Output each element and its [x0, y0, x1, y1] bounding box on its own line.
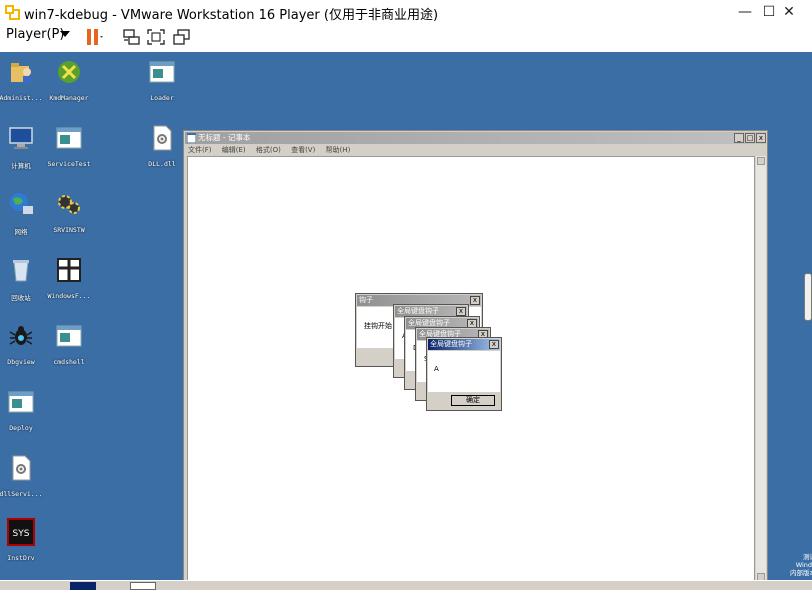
dialog-close-button[interactable]: x: [470, 296, 480, 305]
application-window-icon: [149, 61, 175, 83]
notepad-menu-bar: 文件(F) 编辑(E) 格式(O) 查看(V) 帮助(H): [188, 145, 358, 156]
desktop-icon-label: Loader: [150, 94, 174, 102]
desktop-icon-deploy[interactable]: Deploy: [0, 388, 53, 432]
desktop-icon-label: ServiceTest: [47, 160, 91, 168]
desktop-icon-label: KmdManager: [49, 94, 89, 102]
player-menu-button[interactable]: Player(P): [6, 27, 64, 42]
host-scroll-indicator[interactable]: [804, 273, 812, 321]
menu-view[interactable]: 查看(V): [291, 146, 315, 154]
menu-edit[interactable]: 编辑(E): [222, 146, 246, 154]
notepad-close-button[interactable]: x: [756, 133, 766, 143]
desktop-icon-label: dllServi...: [0, 490, 43, 498]
dialog-close-button[interactable]: x: [456, 307, 466, 316]
gears-icon: [58, 195, 80, 214]
dll-file-icon: [153, 125, 172, 151]
desktop-icon-dllservice[interactable]: dllServi...: [0, 454, 53, 498]
user-folder-icon: [11, 63, 31, 83]
fullscreen-icon[interactable]: [146, 28, 166, 46]
kmdmanager-icon: [58, 61, 80, 83]
vmware-app-icon: [5, 5, 20, 20]
windows-test-watermark: 测试 Windo 内部版本: [776, 553, 812, 577]
application-window-icon: [56, 127, 82, 149]
scroll-up-arrow-icon[interactable]: [757, 157, 765, 165]
notepad-icon: [187, 133, 196, 143]
menu-format[interactable]: 格式(O): [256, 146, 281, 154]
desktop-icon-label: cmdshell: [53, 358, 85, 366]
dialog-close-button[interactable]: x: [489, 340, 499, 349]
application-window-icon: [8, 391, 34, 413]
watermark-line: 测试: [803, 553, 812, 561]
dialog-message: 挂钩开始: [364, 322, 392, 330]
desktop-icon-cmdshell[interactable]: cmdshell: [37, 322, 101, 366]
desktop-icon-label: WindowsF...: [47, 292, 91, 300]
sys-driver-icon: SYS: [7, 518, 35, 546]
computer-icon: [9, 127, 33, 149]
application-window-icon: [56, 325, 82, 347]
unity-icon[interactable]: [172, 28, 192, 46]
notepad-vertical-scrollbar[interactable]: [756, 156, 766, 582]
window-title: win7-kdebug - VMware Workstation 16 Play…: [24, 8, 439, 23]
network-globe-icon: [10, 193, 33, 214]
send-ctrl-alt-del-icon[interactable]: [122, 28, 142, 46]
watermark-line: Windo: [795, 561, 812, 569]
notepad-minimize-button[interactable]: _: [734, 133, 744, 143]
pause-icon[interactable]: [84, 28, 104, 46]
notepad-title: 无标题 - 记事本: [198, 133, 251, 142]
svg-text:SYS: SYS: [13, 529, 30, 539]
guest-desktop[interactable]: Administ... 计算机 网络 回收站 Dbgview Deploy dl…: [0, 52, 812, 582]
desktop-icon-instdrv[interactable]: SYS InstDrv: [0, 518, 53, 562]
desktop-icon-windowsf[interactable]: WindowsF...: [37, 256, 101, 300]
menu-file[interactable]: 文件(F): [188, 146, 212, 154]
watermark-line: 内部版本: [790, 569, 812, 577]
ok-button[interactable]: 确定: [451, 395, 495, 406]
desktop-icon-label: SRVINSTW: [53, 226, 85, 234]
bug-icon: [9, 326, 33, 345]
notepad-title-bar[interactable]: 无标题 - 记事本 _ □ x: [185, 132, 766, 144]
chevron-down-icon[interactable]: [60, 31, 70, 37]
windows-firewall-icon: [57, 258, 81, 282]
menu-help[interactable]: 帮助(H): [326, 146, 351, 154]
desktop-icon-servicetest[interactable]: ServiceTest: [37, 124, 101, 168]
notepad-maximize-button[interactable]: □: [745, 133, 755, 143]
desktop-icon-loader[interactable]: Loader: [130, 58, 194, 102]
dll-file-icon: [12, 455, 31, 481]
close-button[interactable]: ✕: [766, 0, 812, 24]
recycle-bin-icon: [13, 260, 29, 282]
desktop-icon-srvinstw[interactable]: SRVINSTW: [37, 190, 101, 234]
keyboard-hook-dialog-active[interactable]: 全局键盘钩子 x A 确定: [426, 337, 502, 411]
desktop-icon-label: InstDrv: [7, 554, 35, 562]
dialog-message: A: [434, 365, 439, 373]
desktop-icon-label: Deploy: [9, 424, 33, 432]
desktop-icon-kmdmanager[interactable]: KmdManager: [37, 58, 101, 102]
